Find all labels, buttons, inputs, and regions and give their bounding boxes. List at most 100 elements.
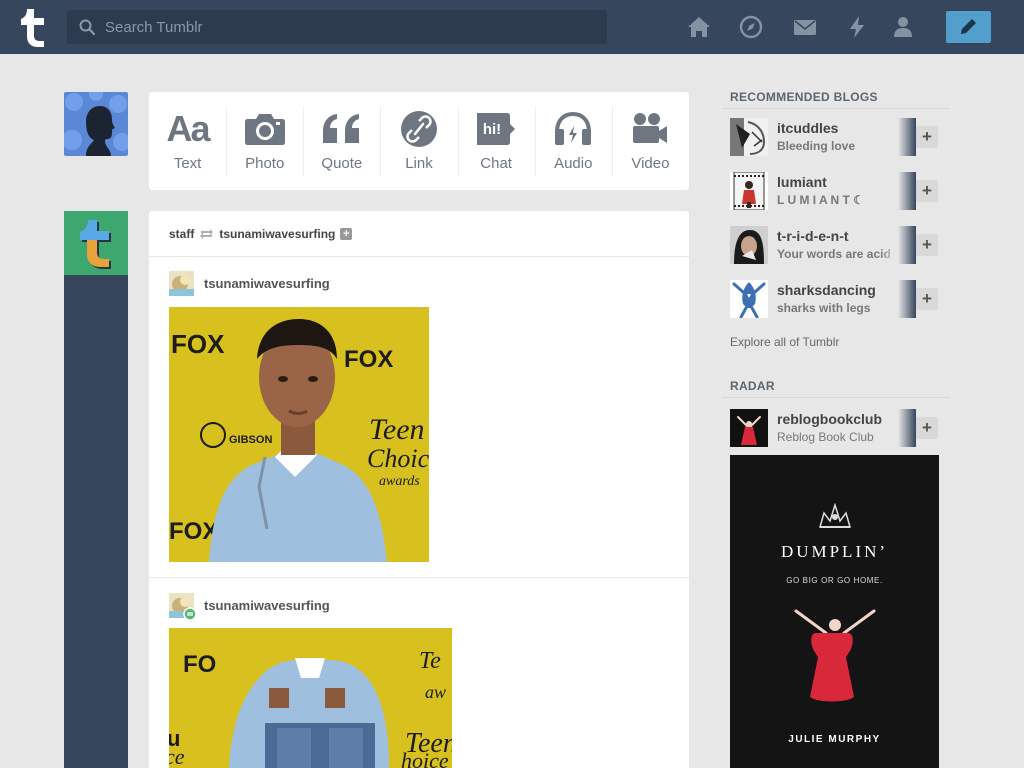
post-author-link[interactable]: staff	[169, 227, 194, 241]
post-type-label: Audio	[554, 155, 593, 172]
quote-icon	[318, 110, 366, 148]
post-type-chat[interactable]: hi! Chat	[457, 92, 535, 190]
follow-button[interactable]: +	[916, 180, 938, 202]
book-tagline: GO BIG OR GO HOME.	[786, 576, 883, 585]
blog-fade	[880, 280, 916, 318]
post-type-label: Text	[173, 155, 202, 172]
svg-text:Teen: Teen	[369, 413, 425, 446]
post-type-photo[interactable]: Photo	[226, 92, 303, 190]
blog-avatar[interactable]	[730, 172, 768, 210]
video-camera-icon	[626, 110, 674, 148]
sidebar-divider	[722, 108, 950, 109]
book-title: DUMPLIN’	[780, 542, 889, 561]
post-type-label: Chat	[480, 155, 512, 172]
svg-text:aw: aw	[425, 682, 446, 702]
trail-user-2: tsunamiwavesurfing	[169, 592, 330, 621]
tumblr-logo[interactable]	[17, 6, 49, 48]
blog-fade	[880, 409, 916, 447]
recommended-blogs-title: RECOMMENDED BLOGS	[730, 90, 878, 104]
trail-username[interactable]: tsunamiwavesurfing	[204, 276, 330, 291]
post-type-label: Quote	[321, 155, 363, 172]
link-icon	[395, 110, 443, 148]
blog-avatar[interactable]	[730, 409, 768, 447]
svg-text:FOX: FOX	[344, 346, 393, 373]
staff-avatar[interactable]	[64, 211, 128, 275]
svg-text:FO: FO	[183, 651, 216, 678]
blog-avatar[interactable]	[730, 118, 768, 156]
svg-text:Te: Te	[419, 648, 441, 674]
pencil-icon	[961, 19, 976, 34]
follow-button[interactable]: +	[916, 234, 938, 256]
post-photo-1[interactable]: FOX FOX FOX Teen Choice awards GIBSON	[169, 307, 429, 562]
radar-title: RADAR	[730, 379, 775, 393]
reblogged-from-link[interactable]: tsunamiwavesurfing	[219, 227, 335, 241]
recommended-blog-t-r-i-d-e-n-t[interactable]: t-r-i-d-e-n-t Your words are acid +	[730, 226, 940, 264]
chat-icon: hi!	[472, 110, 520, 148]
svg-text:ce: ce	[169, 744, 185, 768]
blog-fade	[880, 172, 916, 210]
blog-avatar[interactable]	[730, 280, 768, 318]
svg-text:FOX: FOX	[169, 518, 218, 545]
follow-plus-icon[interactable]: +	[340, 227, 353, 240]
post-type-audio[interactable]: Audio	[534, 92, 612, 190]
post-type-text[interactable]: Aa Text	[149, 92, 226, 190]
user-avatar[interactable]	[64, 92, 128, 156]
dashboard-post: staff tsunamiwavesurfing + tsunamiwavesu…	[149, 211, 689, 768]
trail-avatar[interactable]	[169, 592, 197, 621]
blog-name[interactable]: t-r-i-d-e-n-t	[777, 228, 849, 244]
blog-avatar[interactable]	[730, 226, 768, 264]
camera-icon	[241, 110, 289, 148]
post-type-video[interactable]: Video	[611, 92, 689, 190]
post-header: staff tsunamiwavesurfing +	[149, 211, 689, 257]
follow-button[interactable]: +	[916, 288, 938, 310]
radar-blog[interactable]: reblogbookclub Reblog Book Club +	[730, 409, 940, 447]
top-navigation-bar	[0, 0, 1024, 54]
post-type-label: Photo	[245, 155, 285, 172]
chat-glyph: hi!	[483, 121, 501, 138]
recommended-blog-sharksdancing[interactable]: sharksdancing sharks with legs +	[730, 280, 940, 318]
post-avatar-rail	[64, 211, 128, 768]
trail-user-1: tsunamiwavesurfing	[169, 270, 330, 296]
search-icon	[79, 19, 95, 35]
blog-name[interactable]: lumiant	[777, 174, 827, 190]
svg-text:GIBSON: GIBSON	[229, 434, 272, 446]
svg-text:FOX: FOX	[171, 329, 225, 359]
svg-text:awards: awards	[379, 474, 420, 489]
explore-tumblr-link[interactable]: Explore all of Tumblr	[730, 335, 839, 349]
headphones-icon	[549, 110, 597, 148]
svg-text:hoice: hoice	[401, 748, 449, 768]
reblog-icon	[200, 228, 214, 239]
post-type-link[interactable]: Link	[380, 92, 457, 190]
search-input[interactable]	[105, 10, 595, 44]
book-cover-figure	[794, 609, 876, 702]
blog-fade	[880, 118, 916, 156]
trail-divider	[149, 577, 689, 578]
trail-username[interactable]: tsunamiwavesurfing	[204, 598, 330, 613]
post-type-label: Video	[631, 155, 670, 172]
post-photo-2[interactable]: FO u Te aw Teen hoice ce	[169, 628, 452, 768]
sidebar-divider	[722, 397, 950, 398]
search-bar[interactable]	[67, 10, 607, 44]
blog-name[interactable]: itcuddles	[777, 120, 838, 136]
post-type-quote[interactable]: Quote	[303, 92, 380, 190]
home-icon[interactable]	[687, 15, 711, 39]
follow-button[interactable]: +	[916, 126, 938, 148]
recommended-blog-lumiant[interactable]: lumiant L U M I A N T ☾ +	[730, 172, 940, 210]
radar-post-image[interactable]: DUMPLIN’ GO BIG OR GO HOME. JULIE MURPHY	[730, 455, 939, 768]
book-author: JULIE MURPHY	[788, 734, 881, 745]
svg-text:Choice: Choice	[367, 444, 429, 473]
tiara-icon	[819, 503, 851, 528]
inbox-icon[interactable]	[793, 15, 817, 39]
text-icon: Aa	[166, 108, 211, 149]
trail-avatar[interactable]	[169, 270, 194, 296]
activity-icon[interactable]	[845, 15, 869, 39]
post-type-bar: Aa Text Photo Quote Link hi! Chat Audio …	[149, 92, 689, 190]
post-type-label: Link	[405, 155, 433, 172]
account-icon[interactable]	[891, 15, 915, 39]
recommended-blog-itcuddles[interactable]: itcuddles Bleeding love +	[730, 118, 940, 156]
follow-button[interactable]: +	[916, 417, 938, 439]
blog-name[interactable]: sharksdancing	[777, 282, 876, 298]
blog-name[interactable]: reblogbookclub	[777, 411, 882, 427]
compose-button[interactable]	[946, 11, 991, 43]
explore-icon[interactable]	[739, 15, 763, 39]
